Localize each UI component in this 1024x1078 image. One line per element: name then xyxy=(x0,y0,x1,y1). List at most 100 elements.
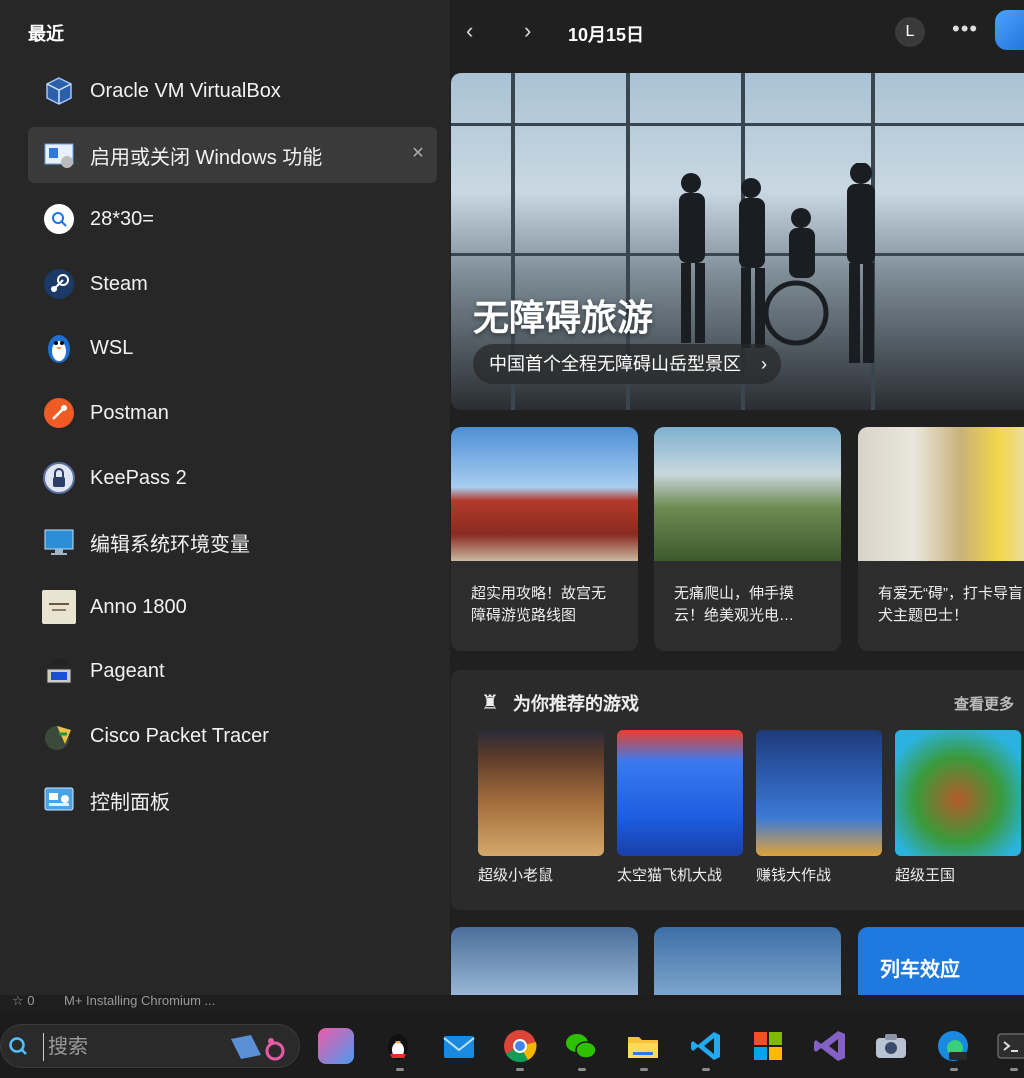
search-input[interactable] xyxy=(43,1033,213,1061)
chevron-right-icon: › xyxy=(761,354,767,374)
qq-icon[interactable] xyxy=(380,1028,416,1064)
news-card[interactable]: 有爱无“碍”，打卡导盲犬主题巴士！ xyxy=(858,427,1024,651)
hero-card[interactable]: 无障碍旅游 中国首个全程无障碍山岳型景区 › xyxy=(451,73,1024,410)
postman-icon xyxy=(42,396,76,430)
recent-item-label: Postman xyxy=(90,401,169,424)
window-frame xyxy=(451,123,1024,126)
visual-studio-icon[interactable] xyxy=(812,1028,848,1064)
game-image xyxy=(756,730,882,856)
hero-link-button[interactable]: 中国首个全程无障碍山岳型景区 › xyxy=(473,344,781,384)
keepass-icon xyxy=(42,461,76,495)
recent-panel: 最近 Oracle VM VirtualBox 启用或关闭 Windows 功能… xyxy=(0,0,450,995)
news-feed: ‹ › 10月15日 L ••• 无障碍旅游 中国首个全程无障碍山岳型景区 › … xyxy=(450,0,1024,995)
recent-item-virtualbox[interactable]: Oracle VM VirtualBox xyxy=(28,63,437,119)
recent-item-label: KeePass 2 xyxy=(90,466,187,489)
camera-icon[interactable] xyxy=(873,1028,909,1064)
recent-item-env-vars[interactable]: 编辑系统环境变量 xyxy=(28,514,437,570)
recent-item-pageant[interactable]: Pageant xyxy=(28,643,437,699)
recent-item-label: Anno 1800 xyxy=(90,595,187,618)
avatar[interactable]: L xyxy=(895,17,925,47)
steam-icon xyxy=(42,267,76,301)
back-button[interactable]: ‹ xyxy=(466,18,473,44)
close-icon[interactable]: ✕ xyxy=(409,145,427,163)
status-left: ☆ 0 xyxy=(12,993,35,1008)
forward-button[interactable]: › xyxy=(524,18,531,44)
running-indicator xyxy=(396,1068,404,1071)
game-image xyxy=(478,730,604,856)
ms-store-icon[interactable] xyxy=(750,1028,786,1064)
running-indicator xyxy=(516,1068,524,1071)
running-indicator xyxy=(640,1068,648,1071)
games-title: 为你推荐的游戏 xyxy=(513,694,639,714)
vscode-icon[interactable] xyxy=(688,1028,724,1064)
card-title: 列车效应 xyxy=(880,959,960,981)
recent-item-anno[interactable]: Anno 1800 xyxy=(28,579,437,635)
mail-icon[interactable] xyxy=(441,1028,477,1064)
card-image xyxy=(654,427,841,561)
copilot-pre-icon[interactable] xyxy=(318,1028,354,1064)
card-title: 无痛爬山，伸手摸云！绝美观光电… xyxy=(674,585,795,624)
terminal-icon[interactable] xyxy=(996,1028,1024,1064)
card-image xyxy=(858,427,1024,561)
recent-item-label: Oracle VM VirtualBox xyxy=(90,79,281,102)
running-indicator xyxy=(950,1068,958,1071)
running-indicator xyxy=(578,1068,586,1071)
recent-title: 最近 xyxy=(28,24,64,44)
hero-title: 无障碍旅游 xyxy=(473,297,654,338)
recent-item-label: 28*30= xyxy=(90,207,154,230)
recent-item-label: WSL xyxy=(90,336,134,359)
chrome-icon[interactable] xyxy=(502,1028,538,1064)
file-explorer-icon[interactable] xyxy=(625,1028,661,1064)
news-card[interactable] xyxy=(451,927,638,995)
game-name: 太空猫飞机大战 xyxy=(617,867,723,884)
search-calc-icon xyxy=(42,202,76,236)
recent-item-control-panel[interactable]: 控制面板 xyxy=(28,772,437,828)
wechat-icon[interactable] xyxy=(563,1028,599,1064)
game-name: 超级王国 xyxy=(895,867,956,884)
edge-dev-icon[interactable] xyxy=(935,1028,971,1064)
news-card[interactable] xyxy=(654,927,841,995)
copilot-icon[interactable] xyxy=(995,10,1024,50)
recent-item-packet-tracer[interactable]: Cisco Packet Tracer xyxy=(28,708,437,764)
system-env-icon xyxy=(42,525,76,559)
windows-features-icon xyxy=(42,138,76,172)
game-image xyxy=(895,730,1021,856)
card-image xyxy=(451,427,638,561)
search-icon xyxy=(9,1037,27,1055)
recent-item-label: Pageant xyxy=(90,659,165,682)
game-tile[interactable]: 太空猫飞机大战 xyxy=(617,730,743,885)
card-title: 有爱无“碍”，打卡导盲犬主题巴士！ xyxy=(878,585,1023,624)
recent-item-windows-features[interactable]: 启用或关闭 Windows 功能 ✕ xyxy=(28,127,437,183)
hero-subtitle: 中国首个全程无障碍山岳型景区 xyxy=(489,354,741,374)
search-highlight-icon xyxy=(231,1035,285,1061)
virtualbox-icon xyxy=(42,74,76,108)
recent-item-label: Steam xyxy=(90,272,148,295)
news-card[interactable]: 超实用攻略！故宫无障碍游览路线图 xyxy=(451,427,638,651)
card-title: 超实用攻略！故宫无障碍游览路线图 xyxy=(471,585,607,624)
recent-item-label: Cisco Packet Tracer xyxy=(90,724,269,747)
recent-item-calc[interactable]: 28*30= xyxy=(28,191,437,247)
packet-tracer-icon xyxy=(42,719,76,753)
game-tile[interactable]: 超级小老鼠 xyxy=(478,730,604,885)
game-name: 超级小老鼠 xyxy=(478,867,554,884)
news-card[interactable]: 无痛爬山，伸手摸云！绝美观光电… xyxy=(654,427,841,651)
more-options-button[interactable]: ••• xyxy=(952,16,978,42)
recent-item-postman[interactable]: Postman xyxy=(28,385,437,441)
taskbar-search[interactable] xyxy=(0,1024,300,1068)
status-task: M+ Installing Chromium ... xyxy=(64,993,216,1008)
recent-item-steam[interactable]: Steam xyxy=(28,256,437,312)
recent-item-wsl[interactable]: WSL xyxy=(28,320,437,376)
news-card[interactable]: 列车效应 xyxy=(858,927,1024,995)
game-tile[interactable]: 超级王国 xyxy=(895,730,1021,885)
game-tile[interactable]: 赚钱大作战 xyxy=(756,730,882,885)
status-strip: ☆ 0 M+ Installing Chromium ... xyxy=(0,993,1024,1013)
recent-item-keepass[interactable]: KeePass 2 xyxy=(28,450,437,506)
taskbar xyxy=(0,1013,1024,1078)
anno-icon xyxy=(42,590,76,624)
game-image xyxy=(617,730,743,856)
recent-item-label: 启用或关闭 Windows 功能 xyxy=(90,146,323,169)
wsl-penguin-icon xyxy=(42,331,76,365)
see-more-link[interactable]: 查看更多 xyxy=(954,693,1014,714)
pageant-icon xyxy=(42,654,76,688)
recent-item-label: 控制面板 xyxy=(90,791,170,814)
